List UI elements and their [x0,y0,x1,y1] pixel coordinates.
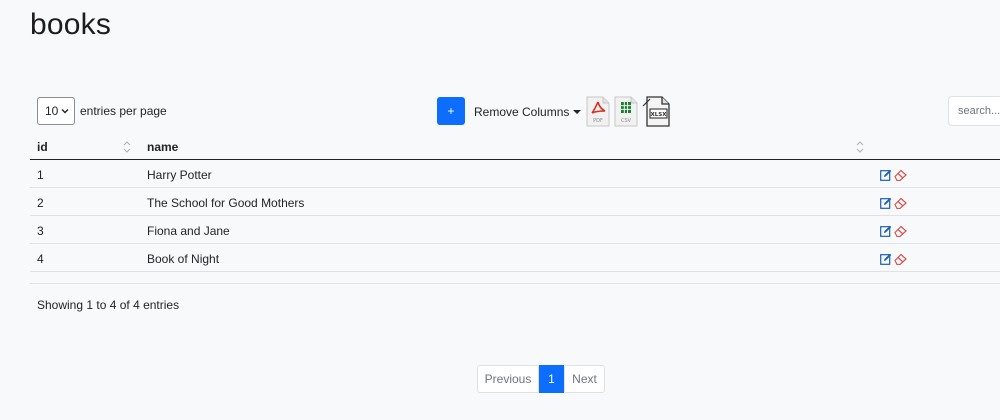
page-1-button[interactable]: 1 [539,365,564,393]
delete-icon[interactable] [894,253,907,265]
edit-icon[interactable] [880,197,892,209]
xlsx-export-icon[interactable]: XLSX [641,96,671,127]
pagination: Previous 1 Next [477,365,605,393]
row-id: 2 [37,196,44,210]
delete-icon[interactable] [894,225,907,237]
column-header-name[interactable]: name [147,140,178,154]
table-row: 4 Book of Night [30,244,1000,272]
sort-icon[interactable] [856,140,864,154]
page-title: books [30,8,112,41]
delete-icon[interactable] [894,169,907,181]
entries-per-page-select[interactable]: 10 [37,97,75,125]
pdf-export-icon[interactable]: PDF [586,96,610,127]
remove-columns-label: Remove Columns [474,105,570,119]
sort-icon[interactable] [123,140,131,154]
table-header: id name [30,134,1000,160]
column-header-id[interactable]: id [37,140,48,154]
csv-export-icon[interactable]: CSV [614,96,638,127]
row-name: Book of Night [147,252,220,266]
row-id: 4 [37,252,44,266]
edit-icon[interactable] [880,169,892,181]
row-id: 1 [37,168,44,182]
add-record-button[interactable]: + [437,97,465,125]
entries-per-page: 10 entries per page [37,97,167,125]
csv-export-text: CSV [621,118,632,124]
entries-per-page-label: entries per page [80,104,167,118]
table-row: 1 Harry Potter [30,160,1000,188]
entries-per-page-value: 10 [45,104,59,118]
edit-icon[interactable] [880,253,892,265]
table-footer-divider [30,283,1000,284]
pdf-export-text: PDF [593,118,603,124]
table-toolbar: 10 entries per page + Remove Columns PDF… [30,96,1000,128]
chevron-down-icon [61,109,69,114]
next-page-button[interactable]: Next [564,365,605,393]
row-name: Fiona and Jane [147,224,230,238]
entries-summary: Showing 1 to 4 of 4 entries [37,298,180,312]
row-name: Harry Potter [147,168,212,182]
row-name: The School for Good Mothers [147,196,305,210]
delete-icon[interactable] [894,197,907,209]
xlsx-export-text: XLSX [651,112,668,118]
row-id: 3 [37,224,44,238]
caret-down-icon [573,110,582,114]
previous-page-button[interactable]: Previous [477,365,539,393]
search-placeholder: search... [958,105,1000,117]
search-input[interactable]: search... [948,96,1000,126]
remove-columns-dropdown[interactable]: Remove Columns [474,105,582,119]
table-row: 3 Fiona and Jane [30,216,1000,244]
books-table: id name 1 Harry Potter 2 The School for … [30,134,1000,272]
edit-icon[interactable] [880,225,892,237]
table-row: 2 The School for Good Mothers [30,188,1000,216]
